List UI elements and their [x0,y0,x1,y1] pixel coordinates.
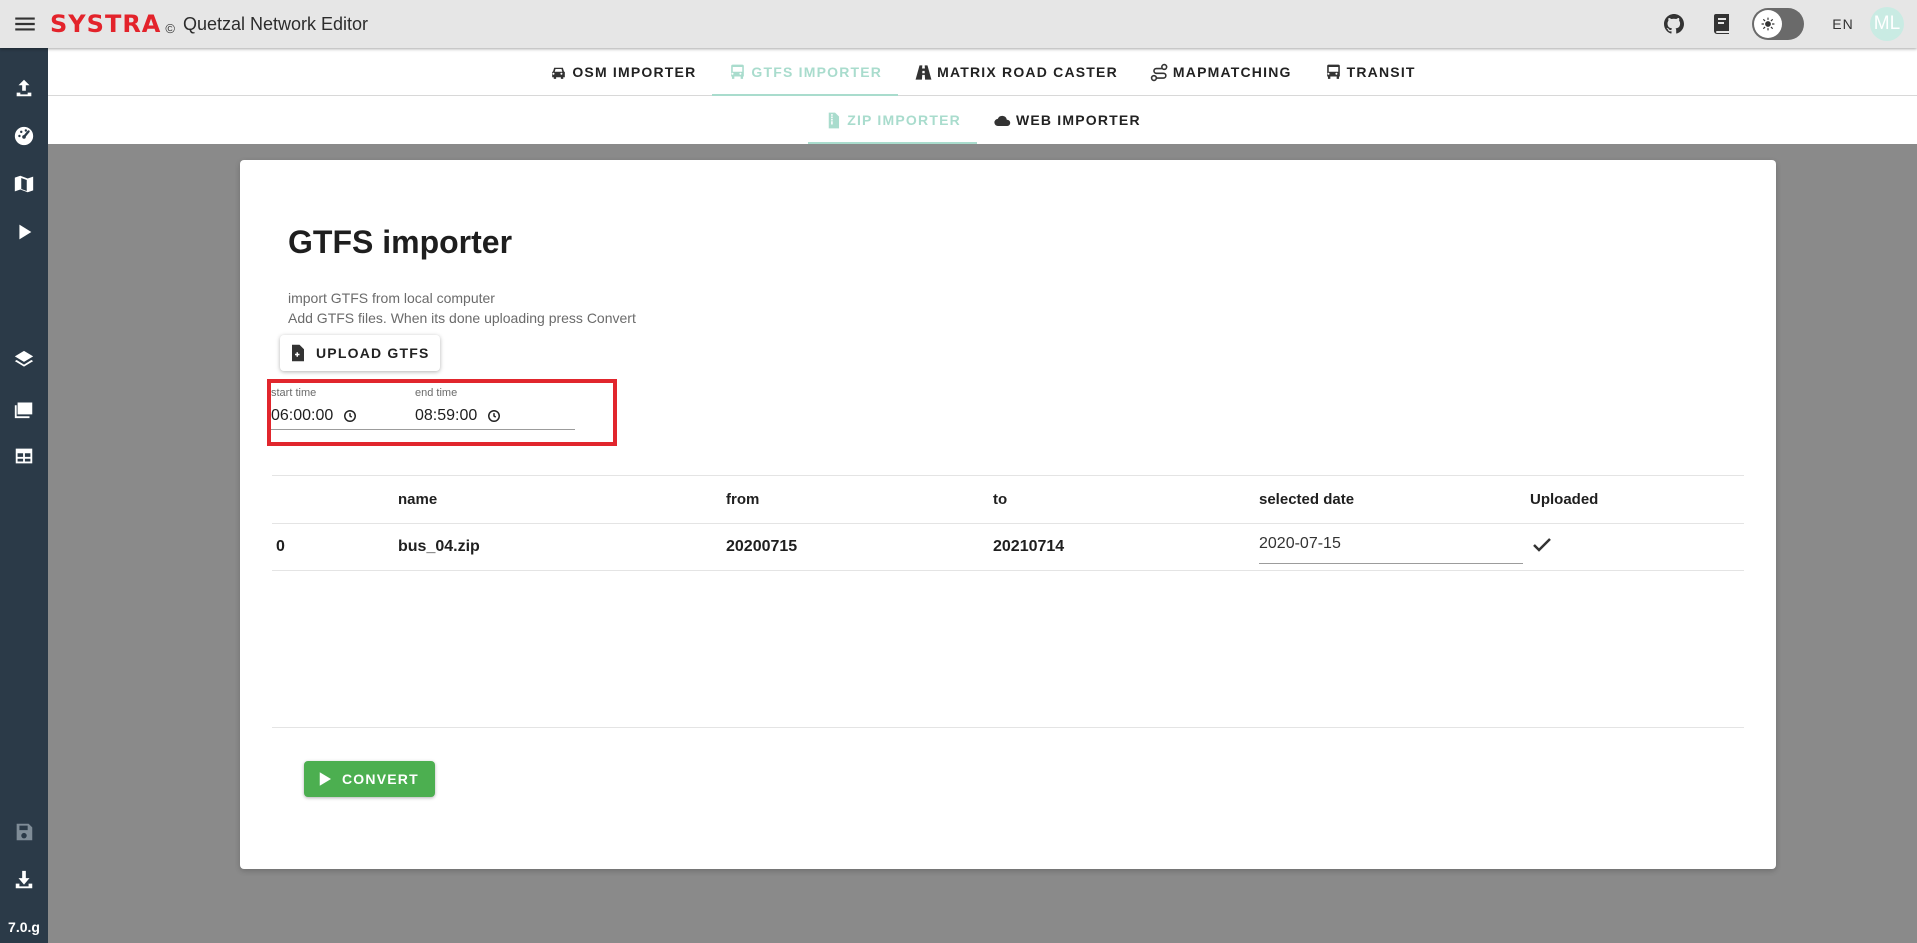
tab-label: MAPMATCHING [1172,64,1292,80]
cell-uploaded [1530,533,1730,562]
selected-date-input[interactable]: 2020-07-15 [1259,531,1523,564]
tab-matrix-road-caster[interactable]: MATRIX ROAD CASTER [898,48,1134,96]
time-range-highlight: start time 06:00:00 end time 08:59:00 [267,379,617,446]
app-bar: SYSTRA © Quetzal Network Editor EN ML [0,0,1917,48]
download-icon[interactable] [0,856,48,904]
play-icon[interactable] [0,208,48,256]
zip-file-icon [828,112,840,128]
column-header-name: name [398,491,438,508]
save-icon[interactable] [0,808,48,856]
bus-icon [731,64,745,79]
menu-icon[interactable] [0,0,50,48]
check-icon [1533,537,1551,552]
gtfs-importer-card: GTFS importer import GTFS from local com… [240,160,1776,869]
tab-label: TRANSIT [1346,64,1416,80]
upload-label: UPLOAD GTFS [316,345,430,361]
table-icon[interactable] [0,432,48,480]
table-row: 0 bus_04.zip 20200715 20210714 2020-07-1… [272,524,1744,571]
github-icon[interactable] [1650,0,1698,48]
description: import GTFS from local computer Add GTFS… [288,288,636,328]
copyright-mark: © [165,20,175,36]
sun-icon [1754,10,1782,38]
road-icon [915,64,932,80]
cell-selected-date: 2020-07-15 [1259,531,1530,564]
gtfs-subtabs: ZIP IMPORTER WEB IMPORTER [48,96,1917,144]
app-title: Quetzal Network Editor [182,13,369,34]
transit-icon [1326,64,1340,79]
cell-name: bus_04.zip [398,538,480,555]
end-time-label: end time [415,387,458,399]
tab-label: OSM IMPORTER [572,64,697,80]
start-time-value: 06:00:00 [271,406,334,424]
systra-logo: SYSTRA [50,10,162,38]
tab-web-importer[interactable]: WEB IMPORTER [977,96,1157,144]
map-icon[interactable] [0,160,48,208]
version-label: 7.0.g [8,919,40,935]
table-header: name from to selected date Uploaded [272,475,1744,524]
column-header-to: to [993,491,1008,508]
tab-label: ZIP IMPORTER [847,112,961,128]
clock-icon[interactable] [487,409,501,423]
start-time-label: start time [271,387,317,399]
language-selector[interactable]: EN [1818,16,1868,32]
cloud-icon [994,115,1011,126]
cell-from: 20200715 [726,538,798,555]
importer-tabs: OSM IMPORTER GTFS IMPORTER MATRIX ROAD C… [48,48,1917,96]
tab-mapmatching[interactable]: MAPMATCHING [1134,48,1308,96]
gtfs-files-table: name from to selected date Uploaded 0 bu… [272,475,1744,571]
upload-gtfs-button[interactable]: UPLOAD GTFS [280,335,440,371]
cell-to: 20210714 [993,538,1065,555]
start-time-input[interactable]: 06:00:00 [271,402,431,430]
nav-rail: 7.0.g [0,48,48,943]
cell-index: 0 [276,538,285,555]
car-icon [552,67,566,79]
route-icon [1150,63,1168,81]
play-icon [319,772,331,786]
column-header-from: from [726,491,760,508]
images-icon[interactable] [0,384,48,432]
description-line-1: import GTFS from local computer [288,290,495,306]
column-header-selected-date: selected date [1259,491,1355,508]
end-time-field: end time 08:59:00 [415,387,575,443]
tab-label: GTFS IMPORTER [751,64,883,80]
end-time-input[interactable]: 08:59:00 [415,402,575,430]
layers-icon[interactable] [0,336,48,384]
tab-osm-importer[interactable]: OSM IMPORTER [533,48,712,96]
convert-label: CONVERT [342,771,419,787]
brand: SYSTRA © Quetzal Network Editor [50,10,368,38]
divider [272,727,1744,728]
tab-label: MATRIX ROAD CASTER [937,64,1118,80]
description-line-2: Add GTFS files. When its done uploading … [288,310,636,326]
start-time-field: start time 06:00:00 [271,387,431,443]
tab-gtfs-importer[interactable]: GTFS IMPORTER [712,48,898,96]
theme-toggle[interactable] [1752,8,1804,40]
dashboard-icon[interactable] [0,112,48,160]
end-time-value: 08:59:00 [415,406,478,424]
tab-zip-importer[interactable]: ZIP IMPORTER [808,96,977,144]
convert-button[interactable]: CONVERT [304,761,435,797]
avatar[interactable]: ML [1870,7,1904,41]
file-upload-icon [292,344,304,362]
page-title: GTFS importer [288,224,513,260]
tab-label: WEB IMPORTER [1015,112,1141,128]
clock-icon[interactable] [343,409,357,423]
upload-icon[interactable] [0,64,48,112]
tab-transit[interactable]: TRANSIT [1308,48,1432,96]
column-header-uploaded: Uploaded [1530,491,1599,508]
book-icon[interactable] [1698,0,1746,48]
